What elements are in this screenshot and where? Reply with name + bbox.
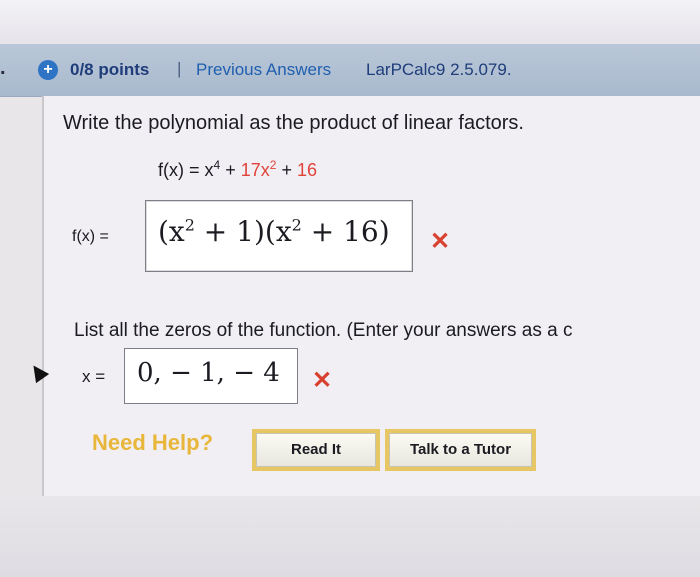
- factored-answer-field[interactable]: (x2 + 1)(x2 + 16): [145, 200, 413, 272]
- question-prompt: Write the polynomial as the product of l…: [63, 112, 524, 134]
- zeros-answer-value: 0, − 1, − 4: [137, 358, 280, 388]
- read-it-button[interactable]: Read It: [256, 433, 376, 467]
- zeros-instruction: List all the zeros of the function. (Ent…: [74, 320, 573, 341]
- zeros-answer-field[interactable]: 0, − 1, − 4: [124, 348, 298, 404]
- plus-sign: +: [220, 160, 241, 180]
- problem-code: LarPCalc9 2.5.079.: [366, 60, 512, 79]
- top-background: [0, 0, 700, 44]
- talk-to-tutor-button[interactable]: Talk to a Tutor: [389, 433, 532, 467]
- function-constant: 16: [296, 160, 317, 180]
- question-number: .: [0, 57, 6, 79]
- answer-exponent: 2: [184, 215, 195, 235]
- bottom-background: [0, 496, 700, 577]
- points-status: 0/8 points: [70, 60, 150, 79]
- previous-answers-link[interactable]: Previous Answers: [196, 60, 331, 80]
- function-term-17x: 17x: [240, 160, 270, 180]
- plus-circle-icon[interactable]: +: [38, 60, 58, 80]
- function-definition: f(x) = x4 + 17x2 + 16: [158, 158, 317, 181]
- answer-label: f(x) =: [72, 228, 109, 245]
- function-lhs: f(x) = x: [158, 160, 214, 180]
- factored-answer-value: (x2 + 1)(x2 + 16): [158, 215, 390, 248]
- header-separator: |: [177, 59, 182, 78]
- zeros-label: x =: [82, 367, 106, 386]
- panel-divider: [42, 96, 44, 496]
- incorrect-x-icon: ✕: [430, 228, 451, 255]
- plus-sign: +: [276, 160, 297, 180]
- answer-part: + 16): [301, 215, 390, 248]
- incorrect-x-icon: ✕: [312, 367, 333, 394]
- answer-part: (x: [158, 215, 185, 248]
- need-help-label: Need Help?: [92, 430, 214, 455]
- answer-part: + 1)(x: [194, 215, 292, 248]
- answer-exponent: 2: [291, 215, 302, 235]
